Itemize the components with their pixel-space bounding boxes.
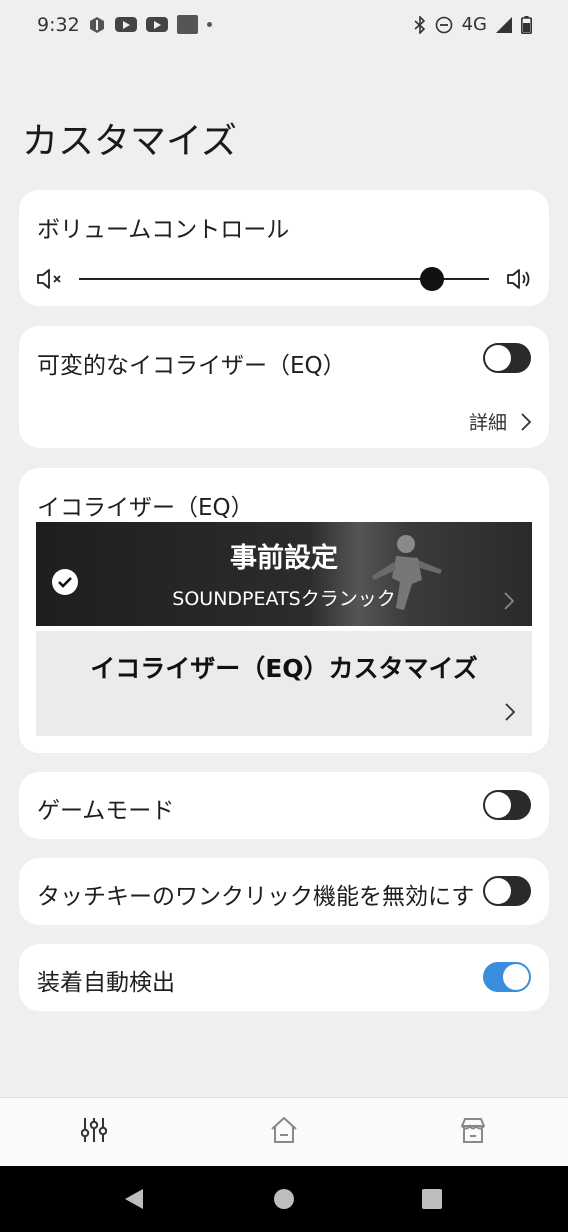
signal-icon	[496, 16, 512, 33]
toggle-knob	[485, 345, 511, 371]
store-icon[interactable]	[459, 1116, 487, 1144]
chevron-right-icon	[504, 592, 514, 610]
battery-icon	[521, 15, 532, 34]
equalizer-title: イコライザー（EQ）	[37, 495, 254, 521]
game-mode-label: ゲームモード	[37, 798, 175, 824]
equalizer-icon[interactable]	[81, 1116, 107, 1144]
more-notifications-icon	[207, 22, 212, 27]
touch-key-label: タッチキーのワンクリック機能を無効にす	[37, 884, 475, 910]
bluetooth-icon	[414, 15, 425, 34]
volume-control-card: ボリュームコントロール	[19, 190, 549, 306]
auto-detect-row: 装着自動検出	[19, 944, 549, 1011]
page-title: カスタマイズ	[22, 121, 237, 162]
toggle-knob	[503, 964, 529, 990]
details-label: 詳細	[468, 412, 507, 434]
back-icon[interactable]	[123, 1187, 145, 1211]
status-bar: 9:32 4G	[0, 0, 568, 52]
game-mode-toggle[interactable]	[483, 790, 531, 820]
do-not-disturb-icon	[435, 16, 452, 33]
volume-slider-thumb[interactable]	[419, 267, 444, 291]
chevron-right-icon	[505, 703, 515, 721]
volume-up-icon[interactable]	[506, 268, 534, 290]
home-icon[interactable]	[270, 1116, 298, 1144]
status-time: 9:32	[37, 14, 80, 36]
toggle-knob	[485, 792, 511, 818]
bottom-navigation	[0, 1097, 568, 1166]
preset-title: 事前設定	[230, 543, 338, 574]
preset-eq-tile[interactable]: 事前設定 SOUNDPEATSクランック	[36, 522, 532, 626]
preset-subtitle: SOUNDPEATSクランック	[172, 588, 396, 610]
equalizer-card: イコライザー（EQ） 事前設定 SOUNDPEATSクランック イコライザー（E…	[19, 468, 549, 753]
variable-eq-label: 可変的なイコライザー（EQ）	[37, 353, 346, 379]
youtube-icon	[146, 17, 168, 32]
recents-icon[interactable]	[422, 1189, 442, 1209]
custom-eq-title: イコライザー（EQ）カスタマイズ	[90, 654, 478, 683]
variable-eq-toggle[interactable]	[483, 343, 531, 373]
custom-eq-tile[interactable]: イコライザー（EQ）カスタマイズ	[36, 631, 532, 736]
system-status-icons: 4G	[414, 14, 532, 35]
chevron-right-icon	[521, 412, 531, 431]
app-notification-icon	[177, 15, 198, 34]
volume-mute-icon[interactable]	[36, 268, 64, 290]
youtube-icon	[115, 17, 137, 32]
volume-control-title: ボリュームコントロール	[37, 217, 290, 243]
home-button-icon[interactable]	[273, 1188, 295, 1210]
network-type: 4G	[461, 14, 487, 35]
touch-key-row: タッチキーのワンクリック機能を無効にす	[19, 858, 549, 925]
system-navigation-bar	[0, 1166, 568, 1232]
app-notification-icon	[90, 16, 104, 33]
toggle-knob	[485, 878, 511, 904]
auto-detect-toggle[interactable]	[483, 962, 531, 992]
details-link[interactable]: 詳細	[469, 408, 531, 435]
notification-icons	[88, 15, 212, 34]
auto-detect-label: 装着自動検出	[37, 970, 175, 996]
touch-key-toggle[interactable]	[483, 876, 531, 906]
variable-eq-card: 可変的なイコライザー（EQ） 詳細	[19, 326, 549, 448]
game-mode-row: ゲームモード	[19, 772, 549, 839]
